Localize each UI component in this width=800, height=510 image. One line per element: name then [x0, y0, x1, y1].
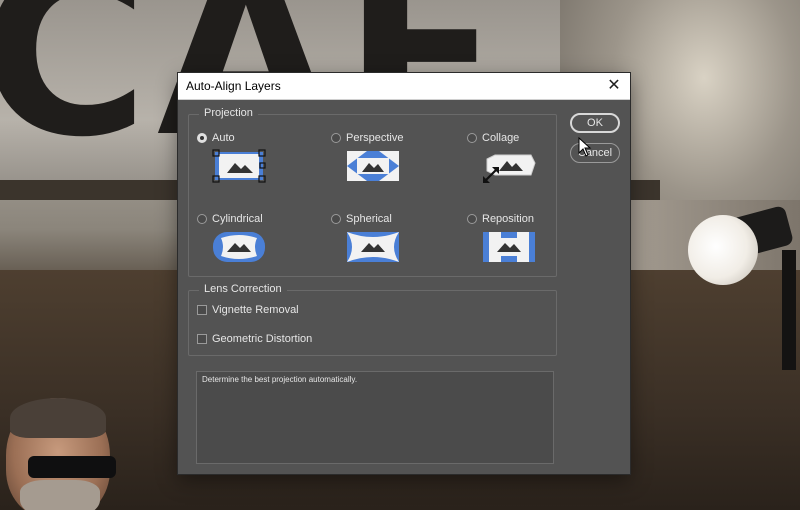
- projection-label-auto: Auto: [212, 132, 235, 144]
- vignette-removal-label: Vignette Removal: [212, 304, 299, 316]
- spherical-projection-icon: [347, 232, 399, 262]
- projection-label-cylindrical: Cylindrical: [212, 213, 263, 225]
- projection-legend: Projection: [199, 107, 258, 119]
- ok-button[interactable]: OK: [570, 113, 620, 133]
- perspective-projection-icon: [347, 151, 399, 181]
- studio-light-shade: [688, 215, 758, 285]
- auto-align-layers-dialog: Auto-Align Layers ✕ Projection Auto Pers…: [178, 73, 630, 474]
- man-beard: [20, 480, 100, 510]
- geometric-distortion-label: Geometric Distortion: [212, 333, 313, 345]
- projection-option-auto[interactable]: Auto: [197, 132, 317, 202]
- radio-cylindrical[interactable]: [197, 214, 207, 224]
- vignette-removal-checkbox[interactable]: [197, 305, 207, 315]
- man-sunglasses: [28, 456, 116, 478]
- projection-label-collage: Collage: [482, 132, 520, 144]
- light-stand: [782, 250, 796, 370]
- projection-option-perspective[interactable]: Perspective: [331, 132, 451, 202]
- collage-projection-icon: [483, 154, 536, 183]
- dialog-body: Projection Auto Perspective Collage Cyli…: [178, 100, 630, 474]
- dialog-title: Auto-Align Layers: [186, 79, 281, 93]
- description-text: Determine the best projection automatica…: [202, 375, 358, 384]
- radio-spherical[interactable]: [331, 214, 341, 224]
- close-icon[interactable]: ✕: [604, 76, 624, 96]
- projection-group: Projection Auto Perspective Collage Cyli…: [188, 107, 557, 277]
- reposition-projection-icon: [483, 232, 535, 262]
- dialog-titlebar[interactable]: Auto-Align Layers ✕: [178, 73, 630, 100]
- radio-collage[interactable]: [467, 133, 477, 143]
- radio-reposition[interactable]: [467, 214, 477, 224]
- radio-perspective[interactable]: [331, 133, 341, 143]
- projection-label-reposition: Reposition: [482, 213, 534, 225]
- cylindrical-projection-icon: [213, 232, 265, 262]
- description-box: Determine the best projection automatica…: [196, 371, 554, 464]
- man-hair: [10, 398, 106, 438]
- projection-option-spherical[interactable]: Spherical: [331, 213, 451, 283]
- projection-option-cylindrical[interactable]: Cylindrical: [197, 213, 317, 283]
- radio-auto[interactable]: [197, 133, 207, 143]
- projection-option-reposition[interactable]: Reposition: [467, 213, 587, 283]
- lens-correction-group: Lens Correction Vignette Removal Geometr…: [188, 283, 557, 356]
- projection-label-spherical: Spherical: [346, 213, 392, 225]
- projection-option-collage[interactable]: Collage: [467, 132, 587, 202]
- geometric-distortion-checkbox[interactable]: [197, 334, 207, 344]
- mouse-cursor-icon: [578, 137, 592, 157]
- lens-correction-legend: Lens Correction: [199, 283, 287, 295]
- auto-projection-icon: [212, 149, 266, 183]
- projection-label-perspective: Perspective: [346, 132, 404, 144]
